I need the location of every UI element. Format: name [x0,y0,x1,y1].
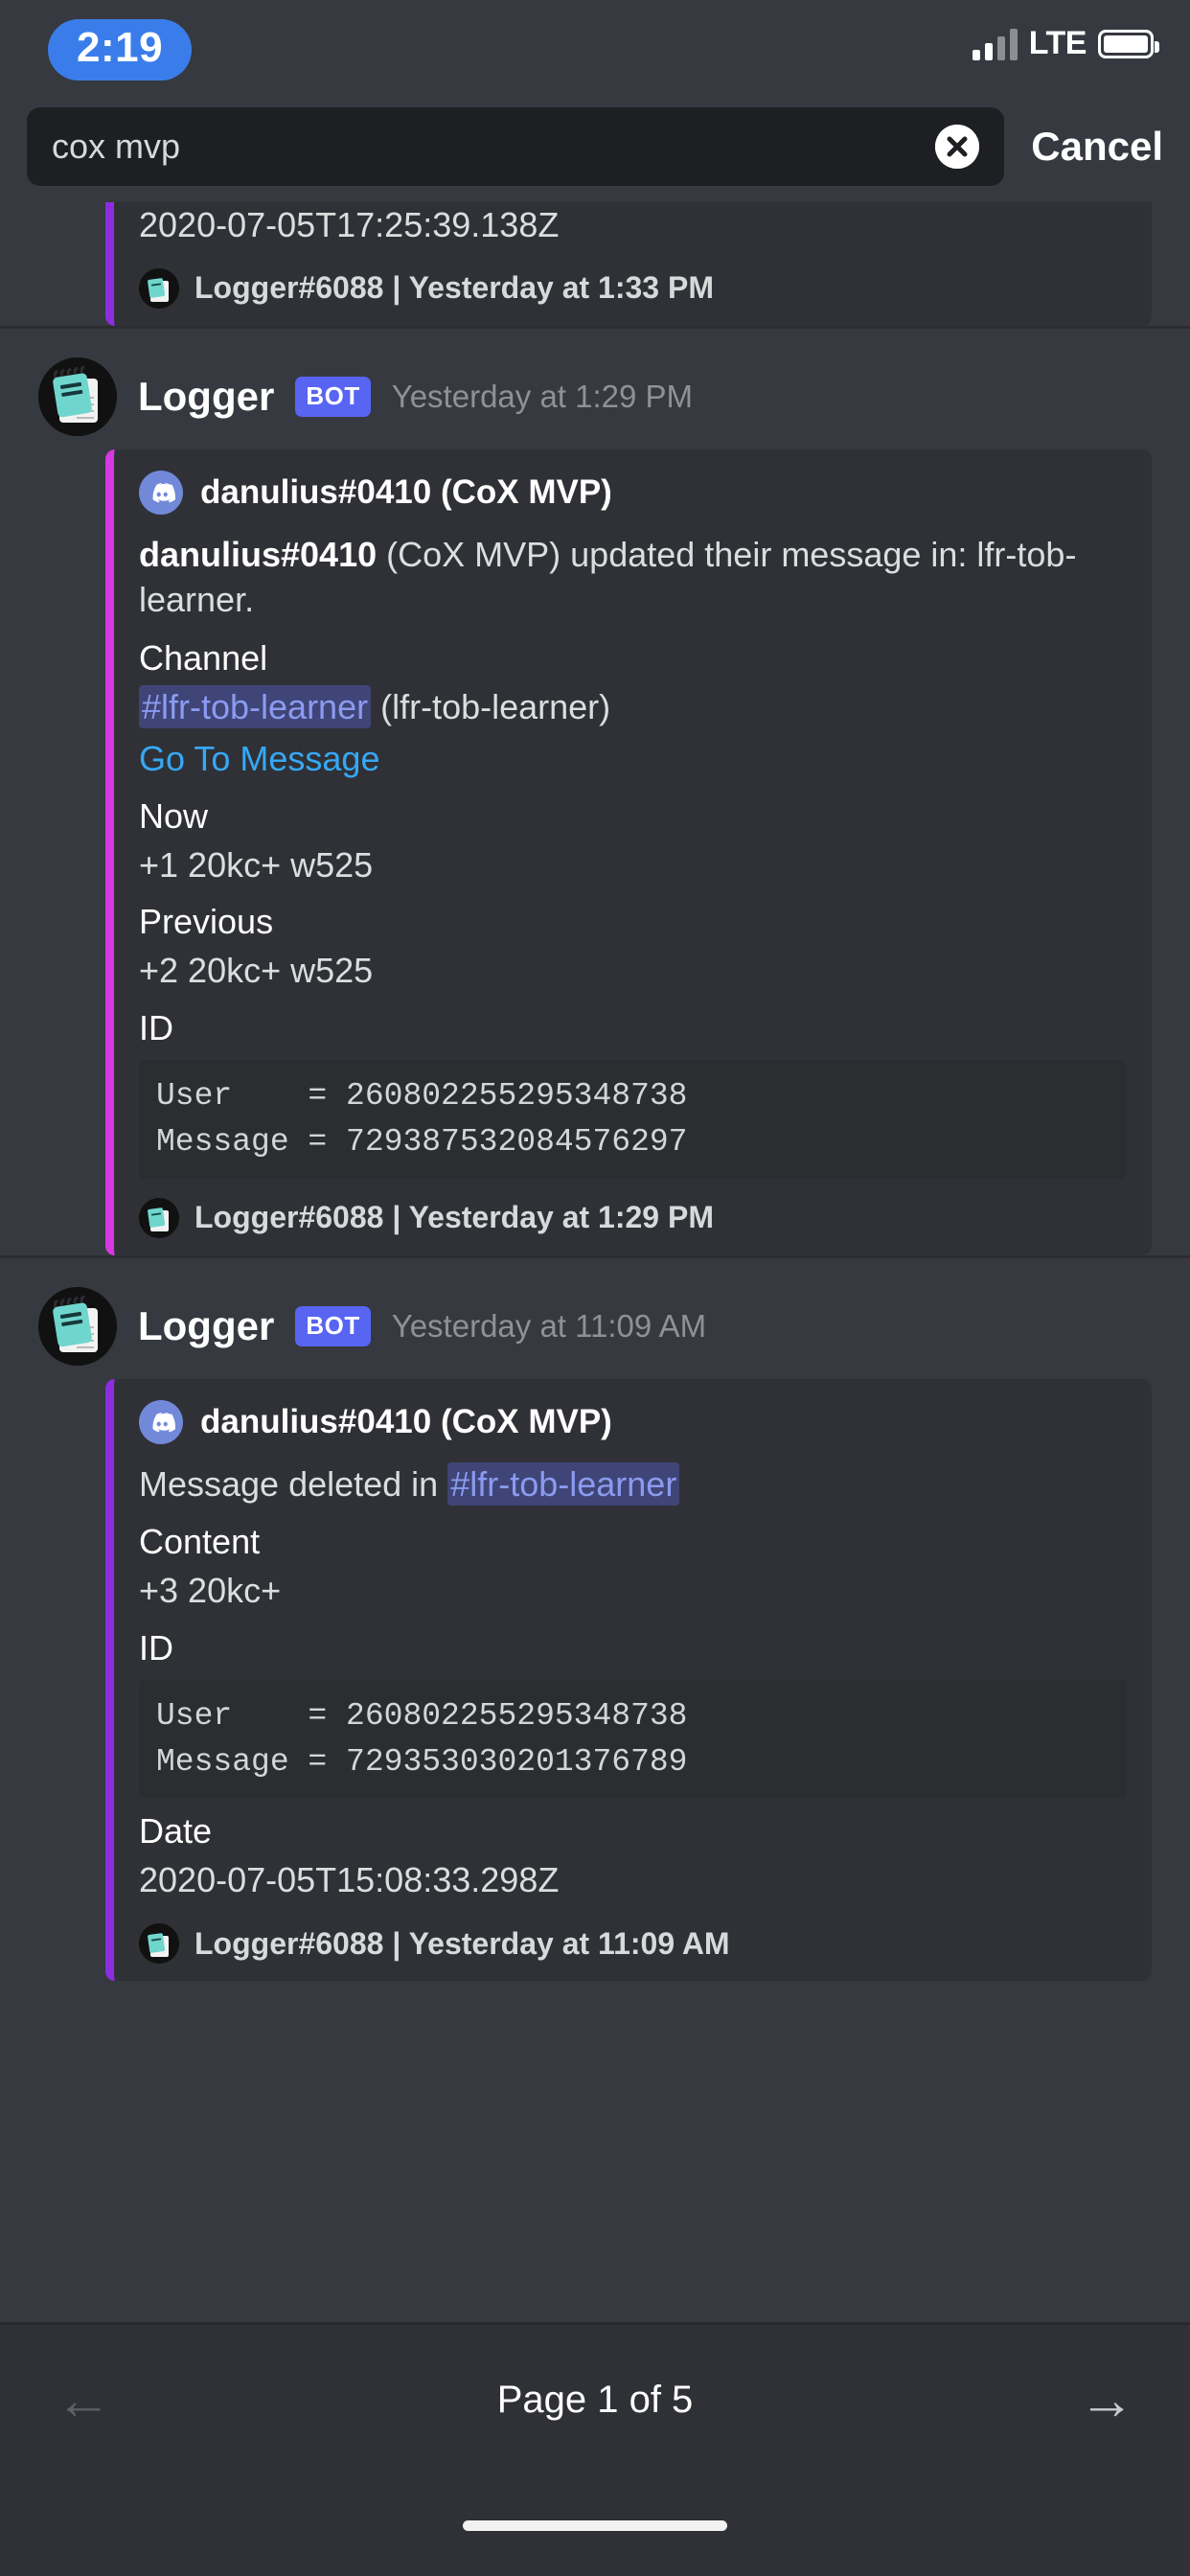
embed-field-value: 2020-07-05T17:25:39.138Z [139,205,560,244]
status-time-pill: 2:19 [48,19,193,80]
discord-logo-icon [139,1399,183,1444]
embed-description-prefix: Message deleted in [139,1463,448,1504]
message-timestamp: Yesterday at 1:29 PM [391,378,694,414]
clear-circle-icon[interactable] [935,124,980,169]
message-item[interactable]: Logger BOT Yesterday at 1:29 PM danulius… [0,325,1190,1255]
logger-notepad-icon [139,1923,179,1965]
embed-footer-text: Logger#6088 | Yesterday at 1:29 PM [195,1200,714,1235]
channel-mention-link[interactable]: #lfr-tob-learner [447,1461,680,1506]
message-header: Logger BOT Yesterday at 11:09 AM [0,1258,1190,1366]
discord-logo-icon [139,470,183,515]
embed-author-name: danulius#0410 (CoX MVP) [200,1402,612,1440]
embed-author-name: danulius#0410 (CoX MVP) [200,472,612,511]
embed-field-value: 2020-07-05T15:08:33.298Z [139,1860,560,1900]
embed-field-value-rest: (lfr-tob-learner) [371,686,611,726]
bot-badge: BOT [295,376,371,417]
page-indicator-label: Page 1 of 5 [496,2379,694,2421]
message-author: Logger [138,373,275,419]
embed-field-name: ID [139,1627,173,1668]
message-timestamp: Yesterday at 11:09 AM [391,1307,707,1344]
bot-badge: BOT [295,1305,371,1346]
embed-footer: Logger#6088 | Yesterday at 1:29 PM [139,1197,1127,1238]
embed-author: danulius#0410 (CoX MVP) [139,1399,1127,1444]
embed-field-name: Date [139,1811,213,1852]
message-embed: danulius#0410 (CoX MVP) danulius#0410 (C… [105,448,1152,1255]
arrow-left-icon[interactable]: ← [56,2372,111,2428]
pagination-bar: ← Page 1 of 5 → [0,2322,1190,2475]
embed-footer-text: Logger#6088 | Yesterday at 11:09 AM [195,1925,730,1961]
search-input[interactable]: cox mvp [27,106,1005,186]
message-header: Logger BOT Yesterday at 1:29 PM [0,329,1190,436]
search-bar: cox mvp Cancel [0,96,1190,196]
logger-notepad-icon[interactable] [38,1286,117,1366]
embed-field-name: Previous [139,902,274,942]
message-item[interactable]: Logger BOT Yesterday at 11:09 AM danuliu… [0,1254,1190,1982]
embed-field-value: #lfr-tob-learner (lfr-tob-learner) [139,684,1127,731]
battery-icon [1098,29,1159,58]
embed-footer: Logger#6088 | Yesterday at 1:33 PM [139,267,1127,309]
signal-bars-icon [972,28,1018,60]
embed-footer-text: Logger#6088 | Yesterday at 1:33 PM [195,270,714,306]
embed-field-value: +2 20kc+ w525 [139,951,374,991]
embed-description: danulius#0410 (CoX MVP) updated their me… [139,532,1127,623]
home-indicator[interactable] [463,2520,727,2531]
message-author: Logger [138,1302,275,1348]
app-screen: 2:19 LTE cox mvp Cancel 2020-07-05T17:25… [0,0,1190,2576]
embed-field-value: +1 20kc+ w525 [139,844,374,885]
embed-field-name: Now [139,795,209,836]
search-input-value: cox mvp [52,126,181,166]
embed-footer: Logger#6088 | Yesterday at 11:09 AM [139,1923,1127,1965]
cancel-button[interactable]: Cancel [1031,124,1163,170]
go-to-message-link-row: Go To Message [139,736,1127,783]
embed-description: Message deleted in #lfr-tob-learner [139,1461,1127,1507]
embed-field-name: ID [139,1008,173,1047]
message-embed: danulius#0410 (CoX MVP) Message deleted … [105,1378,1152,1982]
embed-field-name: Content [139,1522,261,1562]
arrow-right-icon[interactable]: → [1079,2372,1134,2428]
embed-code-block: User = 260802255295348738 Message = 7293… [139,1679,1127,1799]
status-indicators: LTE [972,25,1159,62]
embed-description-bold: danulius#0410 [139,534,378,574]
ios-status-bar: 2:19 LTE [0,0,1190,96]
go-to-message-link[interactable]: Go To Message [139,739,379,778]
message-embed: 2020-07-05T17:25:39.138Z Logger#6088 | Y… [105,202,1152,326]
ios-home-indicator-area [0,2475,1190,2576]
logger-notepad-icon [139,1197,179,1238]
message-item[interactable]: 2020-07-05T17:25:39.138Z Logger#6088 | Y… [0,202,1190,326]
embed-field-name: Channel [139,637,268,678]
embed-field-value: +3 20kc+ [139,1571,282,1611]
logger-notepad-icon [139,267,179,309]
embed-author: danulius#0410 (CoX MVP) [139,470,1127,515]
search-results-list[interactable]: 2020-07-05T17:25:39.138Z Logger#6088 | Y… [0,196,1190,2322]
channel-mention-link[interactable]: #lfr-tob-learner [139,684,372,728]
logger-notepad-icon[interactable] [38,356,117,436]
embed-code-block: User = 260802255295348738 Message = 7293… [139,1060,1127,1179]
carrier-tech-label: LTE [1028,25,1087,61]
